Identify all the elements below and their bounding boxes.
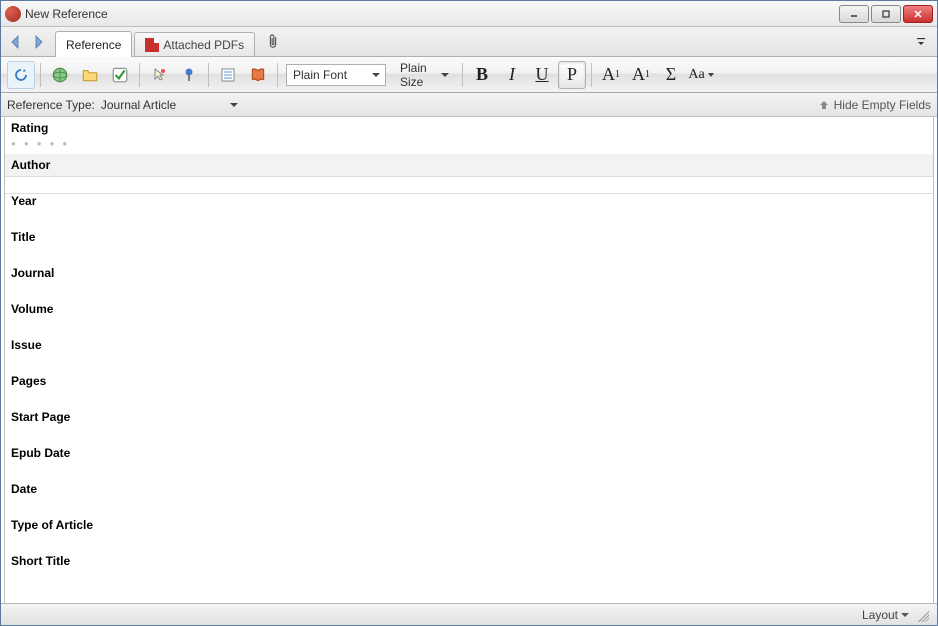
rating-star-1[interactable]: ● [11,139,16,148]
window-title: New Reference [25,7,839,21]
tab-attached-pdfs[interactable]: Attached PDFs [134,32,255,56]
subscript-button[interactable]: A1 [627,61,655,89]
tab-reference[interactable]: Reference [55,31,132,57]
font-family-label: Plain Font [293,68,347,82]
reference-type-bar: Reference Type: Journal Article Hide Emp… [1,93,937,117]
field-short-title-label: Short Title [11,554,927,568]
resize-grip[interactable] [915,608,929,622]
nav-forward-button[interactable] [27,31,49,53]
minimize-button[interactable] [839,5,869,23]
field-year-label: Year [11,194,927,208]
subscript-base: A [632,64,645,85]
field-title[interactable]: Title [5,226,933,262]
reference-type-label: Reference Type: [7,98,95,112]
field-epub-date[interactable]: Epub Date [5,442,933,478]
field-issue[interactable]: Issue [5,334,933,370]
tab-attached-pdfs-label: Attached PDFs [163,38,244,52]
pointer-button[interactable] [145,61,173,89]
close-button[interactable] [903,5,933,23]
field-journal[interactable]: Journal [5,262,933,298]
field-volume-label: Volume [11,302,927,316]
app-icon [5,6,21,22]
font-size-label: Plain Size [400,61,436,89]
field-type-of-article[interactable]: Type of Article [5,514,933,550]
collapse-icon [818,99,830,111]
field-issue-label: Issue [11,338,927,352]
layout-menu-button[interactable]: Layout [862,608,909,622]
field-type-of-article-label: Type of Article [11,518,927,532]
content-wrap: Rating ● ● ● ● ● Author Year Title [4,117,934,603]
refresh-button[interactable] [7,61,35,89]
field-journal-label: Journal [11,266,927,280]
field-short-title[interactable]: Short Title [5,550,933,586]
pin-button[interactable] [175,61,203,89]
field-pages[interactable]: Pages [5,370,933,406]
field-rating[interactable]: Rating ● ● ● ● ● [5,117,933,154]
nav-back-button[interactable] [5,31,27,53]
maximize-button[interactable] [871,5,901,23]
font-family-select[interactable]: Plain Font [286,64,386,86]
field-date[interactable]: Date [5,478,933,514]
pdf-icon [145,38,159,52]
field-pages-label: Pages [11,374,927,388]
format-toolbar: Plain Font Plain Size B I U P A1 A1 Σ Aa [1,57,937,93]
field-volume[interactable]: Volume [5,298,933,334]
check-button[interactable] [106,61,134,89]
tabbar: Reference Attached PDFs [1,27,937,57]
field-rating-label: Rating [11,121,927,135]
hide-empty-fields-button[interactable]: Hide Empty Fields [818,98,931,112]
field-epub-date-label: Epub Date [11,446,927,460]
font-size-select[interactable]: Plain Size [394,64,454,86]
folder-button[interactable] [76,61,104,89]
list-button[interactable] [214,61,242,89]
application-window: New Reference Reference At [0,0,938,626]
fields-scroll-area[interactable]: Rating ● ● ● ● ● Author Year Title [5,117,933,603]
tab-reference-label: Reference [66,38,121,52]
globe-button[interactable] [46,61,74,89]
field-date-label: Date [11,482,927,496]
bold-button[interactable]: B [468,61,496,89]
rating-stars[interactable]: ● ● ● ● ● [11,139,927,148]
layout-menu-label: Layout [862,608,898,622]
hide-empty-fields-label: Hide Empty Fields [834,98,931,112]
book-button[interactable] [244,61,272,89]
titlebar: New Reference [1,1,937,27]
statusbar: Layout [1,603,937,625]
rating-star-2[interactable]: ● [24,139,29,148]
symbol-button[interactable]: Σ [657,61,685,89]
italic-button[interactable]: I [498,61,526,89]
tabbar-menu-button[interactable] [913,34,929,50]
rating-star-5[interactable]: ● [62,139,67,148]
field-start-page-label: Start Page [11,410,927,424]
underline-button[interactable]: U [528,61,556,89]
tabs: Reference Attached PDFs [55,27,257,56]
reference-type-select[interactable]: Journal Article [101,98,241,112]
field-title-label: Title [11,230,927,244]
field-author-label: Author [11,158,927,172]
rating-star-4[interactable]: ● [50,139,55,148]
window-controls [839,5,933,23]
rating-star-3[interactable]: ● [37,139,42,148]
case-button[interactable]: Aa [687,61,715,89]
superscript-button[interactable]: A1 [597,61,625,89]
field-author[interactable]: Author [5,154,933,176]
plain-button[interactable]: P [558,61,586,89]
field-start-page[interactable]: Start Page [5,406,933,442]
attach-button[interactable] [263,32,283,52]
reference-type-value: Journal Article [101,98,176,112]
field-year[interactable]: Year [5,190,933,226]
superscript-base: A [602,64,615,85]
